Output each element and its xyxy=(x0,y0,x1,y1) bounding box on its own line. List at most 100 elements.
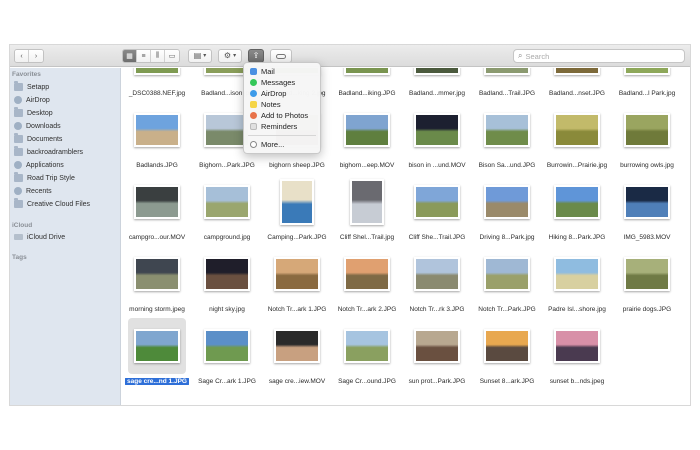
file-item[interactable]: Burrowin...Prairie.jpg xyxy=(542,102,612,176)
list-view-button[interactable]: ≡ xyxy=(137,50,151,62)
file-name: bighorn...eep.MOV xyxy=(332,162,402,169)
sidebar-item-airdrop[interactable]: AirDrop xyxy=(14,94,50,106)
sidebar-item-recents[interactable]: Recents xyxy=(14,185,52,197)
group-icon: ▤ xyxy=(193,51,202,60)
file-item[interactable]: Bison Sa...und.JPG xyxy=(472,102,542,176)
file-item[interactable]: _DSC0388.NEF.jpg xyxy=(122,68,192,104)
column-view-button[interactable]: ⫼ xyxy=(151,50,165,62)
file-name-text: Badland...iking.JPG xyxy=(338,90,396,97)
file-item[interactable]: Badland...Trail.JPG xyxy=(472,68,542,104)
file-item[interactable]: campground.jpg xyxy=(192,174,262,248)
file-item[interactable]: Sage Cr...ound.JPG xyxy=(332,318,402,392)
sidebar-item-icloud-drive[interactable]: iCloud Drive xyxy=(14,231,65,243)
sidebar-item-documents[interactable]: Documents xyxy=(14,133,62,145)
share-button[interactable]: ⇪ xyxy=(248,49,264,63)
file-item[interactable]: Padre Isl...shore.jpg xyxy=(542,246,612,320)
sidebar-item-desktop[interactable]: Desktop xyxy=(14,107,53,119)
file-item[interactable]: night sky.jpg xyxy=(192,246,262,320)
file-name-text: burrowing owls.jpg xyxy=(620,162,674,169)
sidebar-item-label: Desktop xyxy=(27,109,53,117)
file-item[interactable]: Badland...iking.JPG xyxy=(332,68,402,104)
file-item[interactable]: Driving 8...Park.jpg xyxy=(472,174,542,248)
gallery-view-button[interactable]: ▭ xyxy=(165,50,179,62)
file-thumbnail-frame xyxy=(338,102,396,158)
file-item[interactable]: Badland...nset.JPG xyxy=(542,68,612,104)
share-menu-item-airdrop[interactable]: AirDrop xyxy=(244,88,320,99)
file-name: Burrowin...Prairie.jpg xyxy=(542,162,612,169)
file-item[interactable]: Badland...l Park.jpg xyxy=(612,68,682,104)
group-by-button[interactable]: ▤ ▾ xyxy=(188,49,212,63)
sidebar-item-creative-cloud-files[interactable]: Creative Cloud Files xyxy=(14,198,90,210)
menu-item-label: Mail xyxy=(261,67,275,76)
sidebar-item-applications[interactable]: Applications xyxy=(14,159,64,171)
back-button[interactable]: ‹ xyxy=(15,50,29,62)
share-menu-item-add-to-photos[interactable]: Add to Photos xyxy=(244,110,320,121)
file-thumbnail-frame xyxy=(548,318,606,374)
file-thumbnail-frame xyxy=(478,246,536,302)
file-name: Sage Cr...ound.JPG xyxy=(332,378,402,385)
file-thumbnail xyxy=(484,329,530,363)
file-grid: _DSC0388.NEF.jpg Badland...ison.jpg Badlan… xyxy=(122,68,690,405)
share-menu-item-reminders[interactable]: Reminders xyxy=(244,121,320,132)
tag-icon xyxy=(276,53,286,59)
chevron-left-icon: ‹ xyxy=(20,52,23,60)
menu-item-label: Messages xyxy=(261,78,296,87)
file-item[interactable]: prairie dogs.JPG xyxy=(612,246,682,320)
file-item[interactable]: bighorn...eep.MOV xyxy=(332,102,402,176)
share-menu-item-more[interactable]: More... xyxy=(244,139,320,150)
file-thumbnail-frame xyxy=(408,68,466,86)
share-menu-item-mail[interactable]: Mail xyxy=(244,66,320,77)
finder-window: ‹ › ▦ ≡ ⫼ ▭ ▤ ▾ ⚙ ▾ ⇪ ⌕ Favorites xyxy=(10,45,690,405)
file-item[interactable]: sun prot...Park.JPG xyxy=(402,318,472,392)
file-item[interactable]: Notch Tr...rk 3.JPG xyxy=(402,246,472,320)
file-item[interactable]: sunset b...nds.jpeg xyxy=(542,318,612,392)
file-item[interactable]: IMG_5983.MOV xyxy=(612,174,682,248)
sidebar-item-backroadramblers[interactable]: backroadramblers xyxy=(14,146,83,158)
file-item[interactable]: sage cre...iew.MOV xyxy=(262,318,332,392)
file-item[interactable]: Cliff Shel...Trail.jpg xyxy=(332,174,402,248)
forward-button[interactable]: › xyxy=(29,50,43,62)
file-thumbnail-frame xyxy=(128,318,186,374)
edit-tags-button[interactable] xyxy=(270,49,292,63)
file-item[interactable]: Notch Tr...ark 1.JPG xyxy=(262,246,332,320)
file-item[interactable]: sage cre...nd 1.JPG xyxy=(122,318,192,392)
file-item[interactable]: Cliff She...Trail.JPG xyxy=(402,174,472,248)
file-thumbnail xyxy=(344,68,390,75)
file-name-text: sage cre...iew.MOV xyxy=(268,378,326,385)
sidebar-section-favorites: Favorites xyxy=(12,71,41,78)
action-button[interactable]: ⚙ ▾ xyxy=(218,49,242,63)
file-item[interactable]: Notch Tr...ark 2.JPG xyxy=(332,246,402,320)
file-item[interactable]: Hiking 8...Park.JPG xyxy=(542,174,612,248)
file-name-text: sage cre...nd 1.JPG xyxy=(125,378,189,385)
file-name: sunset b...nds.jpeg xyxy=(542,378,612,385)
file-item[interactable]: burrowing owls.jpg xyxy=(612,102,682,176)
file-item[interactable]: bison in ...und.MOV xyxy=(402,102,472,176)
share-menu-item-notes[interactable]: Notes xyxy=(244,99,320,110)
file-item[interactable]: Sunset 8...ark.JPG xyxy=(472,318,542,392)
view-mode-selector: ▦ ≡ ⫼ ▭ xyxy=(122,49,180,63)
file-name-text: campground.jpg xyxy=(203,234,251,241)
file-item[interactable]: morning storm.jpeg xyxy=(122,246,192,320)
file-thumbnail xyxy=(414,113,460,147)
search-field[interactable]: ⌕ xyxy=(513,49,685,63)
icon-view-button[interactable]: ▦ xyxy=(123,50,137,62)
file-item[interactable]: Sage Cr...ark 1.JPG xyxy=(192,318,262,392)
file-name-text: Notch Tr...ark 1.JPG xyxy=(267,306,327,313)
file-item[interactable]: Notch Tr...Park.JPG xyxy=(472,246,542,320)
file-thumbnail xyxy=(350,179,384,225)
file-name-text: sun prot...Park.JPG xyxy=(408,378,466,385)
file-item[interactable]: campgro...our.MOV xyxy=(122,174,192,248)
sidebar-item-downloads[interactable]: Downloads xyxy=(14,120,61,132)
photos-icon xyxy=(250,112,257,119)
share-menu-item-messages[interactable]: Messages xyxy=(244,77,320,88)
file-item[interactable]: Badlands.JPG xyxy=(122,102,192,176)
sidebar-item-road-trip-style[interactable]: Road Trip Style xyxy=(14,172,75,184)
file-item[interactable]: Camping...Park.JPG xyxy=(262,174,332,248)
file-name-text: Bighorn...Park.JPG xyxy=(199,162,255,169)
file-thumbnail xyxy=(484,113,530,147)
search-input[interactable] xyxy=(525,51,676,61)
file-item[interactable]: Badland...mmer.jpg xyxy=(402,68,472,104)
sidebar-item-setapp[interactable]: Setapp xyxy=(14,81,49,93)
sidebar-item-label: Setapp xyxy=(27,83,50,91)
sidebar-section-icloud: iCloud xyxy=(12,222,33,229)
